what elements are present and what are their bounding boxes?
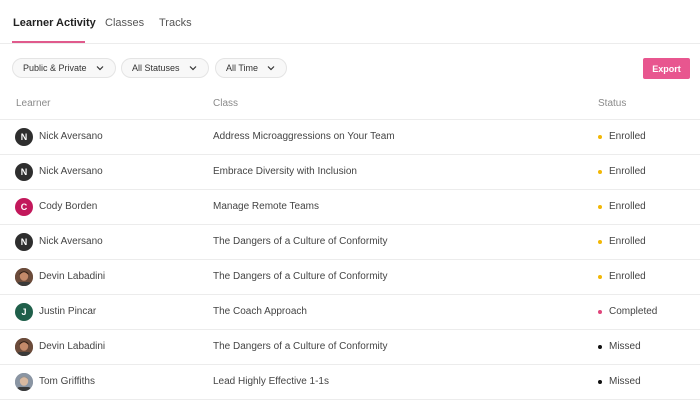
status-cell: Enrolled [598,236,646,247]
visibility-filter-label: Public & Private [23,63,87,73]
avatar [15,268,33,286]
column-header-learner[interactable]: Learner [16,98,50,109]
status-dot-icon [598,169,602,174]
learner-name[interactable]: Cody Borden [39,201,97,212]
class-name[interactable]: The Dangers of a Culture of Conformity [213,341,388,352]
status-label: Enrolled [609,166,646,177]
status-filter-label: All Statuses [132,63,180,73]
table-row[interactable]: N Nick Aversano The Dangers of a Culture o… [0,225,700,260]
learner-name[interactable]: Nick Aversano [39,131,103,142]
status-cell: Missed [598,341,641,352]
time-filter-dropdown[interactable]: All Time [215,58,288,78]
table-row[interactable]: Tom Griffiths Lead Highly Effective 1-1s M… [0,365,700,400]
class-name[interactable]: Manage Remote Teams [213,201,319,212]
status-label: Missed [609,376,641,387]
tab-tracks[interactable]: Tracks [159,17,192,29]
class-name[interactable]: Lead Highly Effective 1-1s [213,376,329,387]
status-cell: Completed [598,306,657,317]
tab-learner-activity[interactable]: Learner Activity [13,17,96,29]
status-dot-icon [598,309,602,314]
status-filter-dropdown[interactable]: All Statuses [121,58,209,78]
time-filter-label: All Time [226,63,259,73]
class-name[interactable]: The Coach Approach [213,306,307,317]
tab-classes[interactable]: Classes [105,17,144,29]
table-row[interactable]: N Nick Aversano Address Microaggressions o… [0,120,700,155]
learner-name[interactable]: Devin Labadini [39,341,105,352]
column-header-status[interactable]: Status [598,98,626,109]
active-tab-indicator [12,41,85,43]
avatar: N [15,163,33,181]
avatar-initial: N [20,167,28,177]
tab-bar: Learner Activity Classes Tracks [0,0,700,44]
status-label: Enrolled [609,271,646,282]
avatar-initial: N [20,237,28,247]
avatar-initial: J [21,307,27,317]
status-dot-icon [598,274,602,279]
status-label: Enrolled [609,201,646,212]
status-label: Missed [609,341,641,352]
avatar-initial: N [20,132,28,142]
avatar: C [15,198,33,216]
status-dot-icon [598,204,602,209]
table-row[interactable]: Devin Labadini The Dangers of a Culture o… [0,260,700,295]
status-cell: Enrolled [598,166,646,177]
chevron-down-icon [267,66,275,71]
avatar: N [15,233,33,251]
column-header-class[interactable]: Class [213,98,238,109]
avatar [15,338,33,356]
status-label: Completed [609,306,658,317]
visibility-filter-dropdown[interactable]: Public & Private [12,58,116,78]
class-name[interactable]: Embrace Diversity with Inclusion [213,166,357,177]
status-dot-icon [598,134,602,139]
learner-name[interactable]: Nick Aversano [39,166,103,177]
table-row[interactable]: Devin Labadini The Dangers of a Culture o… [0,330,700,365]
status-dot-icon [598,379,602,384]
table-row[interactable]: C Cody Borden Manage Remote Teams Enrolled [0,190,700,225]
status-cell: Enrolled [598,271,646,282]
chevron-down-icon [96,66,103,71]
status-label: Enrolled [609,131,646,142]
table-row[interactable]: J Justin Pincar The Coach Approach Complete… [0,295,700,330]
chevron-down-icon [189,66,196,71]
status-cell: Missed [598,376,641,387]
status-dot-icon [598,239,602,244]
table-row[interactable]: N Nick Aversano Embrace Diversity with Inc… [0,155,700,190]
status-cell: Enrolled [598,201,646,212]
learner-name[interactable]: Justin Pincar [39,306,96,317]
avatar: J [15,303,33,321]
avatar-initial: C [20,202,28,212]
learner-name[interactable]: Tom Griffiths [39,376,95,387]
avatar: N [15,128,33,146]
class-name[interactable]: The Dangers of a Culture of Conformity [213,271,388,282]
avatar [15,373,33,391]
learner-name[interactable]: Devin Labadini [39,271,105,282]
status-cell: Enrolled [598,131,646,142]
class-name[interactable]: Address Microaggressions on Your Team [213,131,395,142]
status-label: Enrolled [609,236,646,247]
class-name[interactable]: The Dangers of a Culture of Conformity [213,236,388,247]
status-dot-icon [598,344,602,349]
table-header: Learner Class Status [0,88,700,120]
export-button[interactable]: Export [643,58,690,79]
learner-name[interactable]: Nick Aversano [39,236,103,247]
